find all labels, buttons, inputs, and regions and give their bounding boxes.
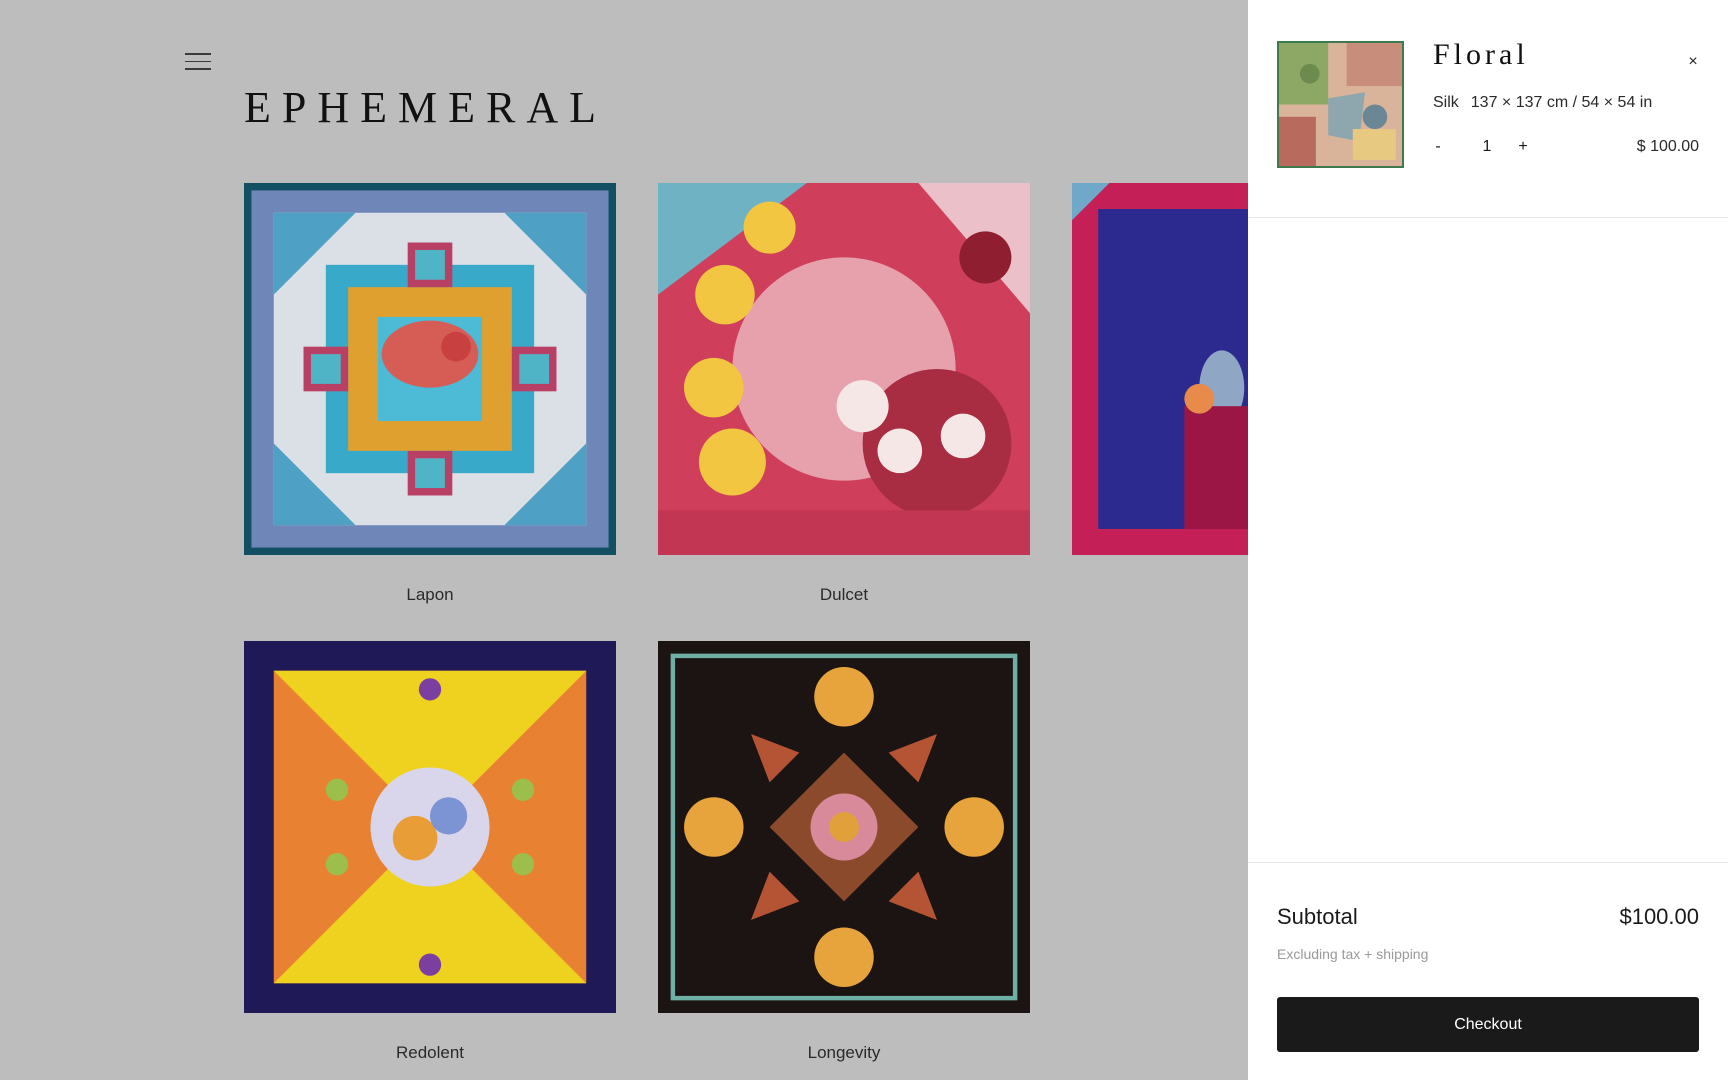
product-image-dulcet[interactable] <box>658 183 1030 555</box>
cart-line-item: Floral × Silk 137 × 137 cm / 54 × 54 in -… <box>1248 0 1728 218</box>
cart-item-title: Floral <box>1433 38 1529 71</box>
quantity-increase-button[interactable]: + <box>1516 138 1530 156</box>
cart-item-price: $ 100.00 <box>1636 138 1699 155</box>
cart-footer: Subtotal $100.00 Excluding tax + shippin… <box>1248 862 1728 1080</box>
quantity-input[interactable] <box>1472 138 1502 156</box>
product-name-longevity[interactable]: Longevity <box>658 1043 1030 1063</box>
cart-item-size: 137 × 137 cm / 54 × 54 in <box>1470 94 1653 111</box>
cart-drawer: Floral × Silk 137 × 137 cm / 54 × 54 in -… <box>1248 0 1728 1080</box>
cart-item-material: Silk <box>1433 94 1459 111</box>
product-name-lapon[interactable]: Lapon <box>244 585 616 605</box>
checkout-button[interactable]: Checkout <box>1277 997 1699 1052</box>
subtotal-label: Subtotal <box>1277 904 1358 929</box>
product-card-redolent[interactable]: Redolent <box>244 641 616 1063</box>
cart-item-thumbnail[interactable] <box>1277 41 1404 168</box>
hamburger-menu-icon[interactable] <box>185 53 211 71</box>
quantity-decrease-button[interactable]: - <box>1431 138 1445 156</box>
product-card-longevity[interactable]: Longevity <box>658 641 1030 1063</box>
product-card-lapon[interactable]: Lapon <box>244 183 616 605</box>
subtotal-value: $100.00 <box>1619 904 1699 929</box>
product-card-partial[interactable] <box>1072 183 1248 555</box>
brand-logo[interactable]: EPHEMERAL <box>244 82 607 133</box>
product-name-dulcet[interactable]: Dulcet <box>658 585 1030 605</box>
product-image-lapon[interactable] <box>244 183 616 555</box>
close-icon[interactable]: × <box>1685 54 1701 70</box>
product-image-longevity[interactable] <box>658 641 1030 1013</box>
product-image-redolent[interactable] <box>244 641 616 1013</box>
product-name-redolent[interactable]: Redolent <box>244 1043 616 1063</box>
cart-item-variant: Silk 137 × 137 cm / 54 × 54 in <box>1433 94 1652 112</box>
tax-note: Excluding tax + shipping <box>1277 946 1429 962</box>
product-card-dulcet[interactable]: Dulcet <box>658 183 1030 605</box>
product-image-partial[interactable] <box>1072 183 1248 555</box>
